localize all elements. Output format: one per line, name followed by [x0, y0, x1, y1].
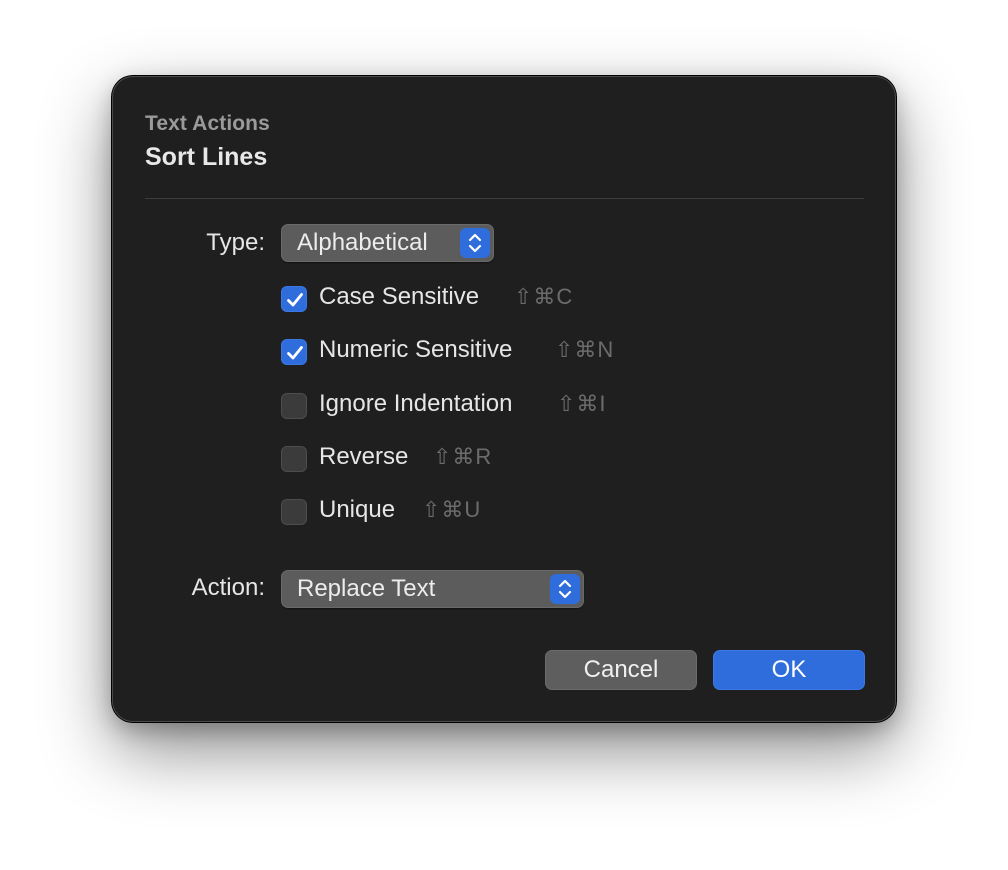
numeric-sensitive-label: Numeric Sensitive: [319, 336, 513, 363]
case-sensitive-label: Case Sensitive: [319, 283, 480, 310]
case-sensitive-checkbox[interactable]: [281, 286, 307, 312]
ignore-indentation-shortcut: ⇧⌘I: [557, 391, 607, 416]
type-label: Type:: [206, 229, 265, 256]
header-divider: [145, 198, 864, 199]
reverse-shortcut: ⇧⌘R: [433, 444, 493, 469]
unique-checkbox[interactable]: [281, 499, 307, 525]
dialog-subtitle: Text Actions: [145, 112, 270, 135]
ignore-indentation-checkbox[interactable]: [281, 393, 307, 419]
dialog-title: Sort Lines: [145, 143, 268, 171]
unique-shortcut: ⇧⌘U: [422, 497, 482, 522]
checkmark-icon: [287, 346, 303, 360]
numeric-sensitive-checkbox[interactable]: [281, 339, 307, 365]
sort-lines-dialog: Text Actions Sort Lines Type: Alphabetic…: [112, 76, 896, 722]
numeric-sensitive-shortcut: ⇧⌘N: [555, 337, 615, 362]
reverse-label: Reverse: [319, 443, 409, 470]
reverse-checkbox[interactable]: [281, 446, 307, 472]
action-label: Action:: [191, 574, 265, 601]
unique-label: Unique: [319, 496, 396, 523]
ok-button[interactable]: OK: [713, 650, 865, 690]
chevron-up-down-icon: [460, 228, 490, 258]
type-popup-button[interactable]: Alphabetical: [281, 224, 494, 262]
ignore-indentation-label: Ignore Indentation: [319, 390, 513, 417]
case-sensitive-shortcut: ⇧⌘C: [514, 284, 574, 309]
checkmark-icon: [287, 293, 303, 307]
action-popup-button[interactable]: Replace Text: [281, 570, 584, 608]
type-popup-value: Alphabetical: [297, 229, 428, 256]
cancel-button[interactable]: Cancel: [545, 650, 697, 690]
chevron-up-down-icon: [550, 574, 580, 604]
action-popup-value: Replace Text: [297, 575, 436, 602]
